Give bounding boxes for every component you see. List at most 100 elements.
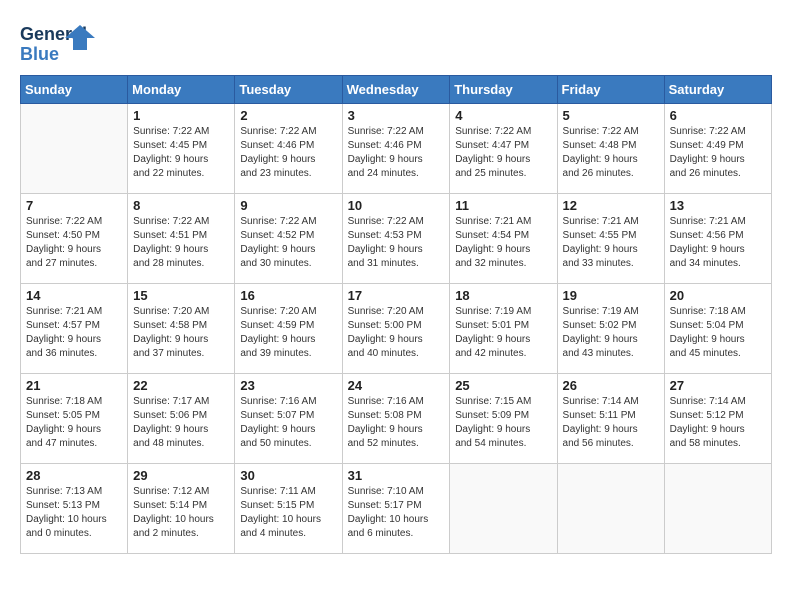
weekday-header-friday: Friday [557, 76, 664, 104]
day-number: 9 [240, 198, 336, 213]
day-info: Sunrise: 7:16 AM Sunset: 5:08 PM Dayligh… [348, 395, 445, 451]
calendar-day-12: 12 Sunrise: 7:21 AM Sunset: 4:55 PM Dayli… [557, 194, 664, 284]
calendar-day-19: 19 Sunrise: 7:19 AM Sunset: 5:02 PM Dayli… [557, 284, 664, 374]
day-number: 27 [670, 378, 766, 393]
calendar-day-6: 6 Sunrise: 7:22 AM Sunset: 4:49 PM Daylig… [664, 104, 771, 194]
calendar-day-5: 5 Sunrise: 7:22 AM Sunset: 4:48 PM Daylig… [557, 104, 664, 194]
calendar-day-18: 18Sunrise: 7:19 AM Sunset: 5:01 PM Dayli… [450, 284, 557, 374]
calendar-day-15: 15 Sunrise: 7:20 AM Sunset: 4:58 PM Dayli… [128, 284, 235, 374]
calendar-day-empty [664, 464, 771, 554]
calendar-day-empty [557, 464, 664, 554]
day-info: Sunrise: 7:18 AM Sunset: 5:04 PM Dayligh… [670, 305, 766, 361]
day-number: 14 [26, 288, 122, 303]
day-number: 20 [670, 288, 766, 303]
calendar-day-11: 11 Sunrise: 7:21 AM Sunset: 4:54 PM Dayli… [450, 194, 557, 284]
day-number: 1 [133, 108, 229, 123]
day-number: 3 [348, 108, 445, 123]
day-info: Sunrise: 7:15 AM Sunset: 5:09 PM Dayligh… [455, 395, 551, 451]
day-number: 29 [133, 468, 229, 483]
weekday-header-row: SundayMondayTuesdayWednesdayThursdayFrid… [21, 76, 772, 104]
day-number: 30 [240, 468, 336, 483]
logo: GeneralBlue [20, 20, 102, 65]
day-number: 31 [348, 468, 445, 483]
day-info: Sunrise: 7:22 AM Sunset: 4:48 PM Dayligh… [563, 125, 659, 181]
day-number: 10 [348, 198, 445, 213]
day-info: Sunrise: 7:20 AM Sunset: 4:58 PM Dayligh… [133, 305, 229, 361]
day-number: 17 [348, 288, 445, 303]
calendar-day-25: 25Sunrise: 7:15 AM Sunset: 5:09 PM Dayli… [450, 374, 557, 464]
calendar-day-20: 20 Sunrise: 7:18 AM Sunset: 5:04 PM Dayli… [664, 284, 771, 374]
day-info: Sunrise: 7:14 AM Sunset: 5:11 PM Dayligh… [563, 395, 659, 451]
calendar-day-26: 26 Sunrise: 7:14 AM Sunset: 5:11 PM Dayli… [557, 374, 664, 464]
day-number: 8 [133, 198, 229, 213]
calendar-day-14: 14 Sunrise: 7:21 AM Sunset: 4:57 PM Dayli… [21, 284, 128, 374]
calendar-day-23: 23 Sunrise: 7:16 AM Sunset: 5:07 PM Dayli… [235, 374, 342, 464]
calendar-day-22: 22 Sunrise: 7:17 AM Sunset: 5:06 PM Dayli… [128, 374, 235, 464]
calendar-day-31: 31 Sunrise: 7:10 AM Sunset: 5:17 PM Dayli… [342, 464, 450, 554]
day-info: Sunrise: 7:21 AM Sunset: 4:56 PM Dayligh… [670, 215, 766, 271]
calendar-day-3: 3 Sunrise: 7:22 AM Sunset: 4:46 PM Daylig… [342, 104, 450, 194]
day-info: Sunrise: 7:22 AM Sunset: 4:49 PM Dayligh… [670, 125, 766, 181]
day-number: 4 [455, 108, 551, 123]
day-info: Sunrise: 7:22 AM Sunset: 4:51 PM Dayligh… [133, 215, 229, 271]
day-info: Sunrise: 7:20 AM Sunset: 5:00 PM Dayligh… [348, 305, 445, 361]
weekday-header-wednesday: Wednesday [342, 76, 450, 104]
calendar-day-1: 1 Sunrise: 7:22 AM Sunset: 4:45 PM Daylig… [128, 104, 235, 194]
day-number: 26 [563, 378, 659, 393]
calendar-week-5: 28Sunrise: 7:13 AM Sunset: 5:13 PM Dayli… [21, 464, 772, 554]
weekday-header-tuesday: Tuesday [235, 76, 342, 104]
day-number: 19 [563, 288, 659, 303]
day-info: Sunrise: 7:21 AM Sunset: 4:57 PM Dayligh… [26, 305, 122, 361]
day-info: Sunrise: 7:13 AM Sunset: 5:13 PM Dayligh… [26, 485, 122, 541]
day-info: Sunrise: 7:22 AM Sunset: 4:45 PM Dayligh… [133, 125, 229, 181]
svg-text:Blue: Blue [20, 44, 59, 64]
day-info: Sunrise: 7:10 AM Sunset: 5:17 PM Dayligh… [348, 485, 445, 541]
calendar-day-16: 16Sunrise: 7:20 AM Sunset: 4:59 PM Dayli… [235, 284, 342, 374]
weekday-header-thursday: Thursday [450, 76, 557, 104]
weekday-header-saturday: Saturday [664, 76, 771, 104]
day-number: 12 [563, 198, 659, 213]
calendar-day-28: 28Sunrise: 7:13 AM Sunset: 5:13 PM Dayli… [21, 464, 128, 554]
day-number: 21 [26, 378, 122, 393]
calendar-day-27: 27 Sunrise: 7:14 AM Sunset: 5:12 PM Dayli… [664, 374, 771, 464]
calendar-week-2: 7 Sunrise: 7:22 AM Sunset: 4:50 PM Daylig… [21, 194, 772, 284]
day-info: Sunrise: 7:22 AM Sunset: 4:52 PM Dayligh… [240, 215, 336, 271]
day-info: Sunrise: 7:21 AM Sunset: 4:54 PM Dayligh… [455, 215, 551, 271]
day-info: Sunrise: 7:12 AM Sunset: 5:14 PM Dayligh… [133, 485, 229, 541]
day-info: Sunrise: 7:22 AM Sunset: 4:46 PM Dayligh… [348, 125, 445, 181]
day-info: Sunrise: 7:11 AM Sunset: 5:15 PM Dayligh… [240, 485, 336, 541]
day-number: 22 [133, 378, 229, 393]
day-info: Sunrise: 7:22 AM Sunset: 4:50 PM Dayligh… [26, 215, 122, 271]
day-number: 24 [348, 378, 445, 393]
day-info: Sunrise: 7:21 AM Sunset: 4:55 PM Dayligh… [563, 215, 659, 271]
calendar-day-17: 17 Sunrise: 7:20 AM Sunset: 5:00 PM Dayli… [342, 284, 450, 374]
calendar-day-empty [21, 104, 128, 194]
day-info: Sunrise: 7:22 AM Sunset: 4:53 PM Dayligh… [348, 215, 445, 271]
day-info: Sunrise: 7:22 AM Sunset: 4:47 PM Dayligh… [455, 125, 551, 181]
day-info: Sunrise: 7:22 AM Sunset: 4:46 PM Dayligh… [240, 125, 336, 181]
calendar-day-29: 29 Sunrise: 7:12 AM Sunset: 5:14 PM Dayli… [128, 464, 235, 554]
day-number: 11 [455, 198, 551, 213]
day-info: Sunrise: 7:19 AM Sunset: 5:02 PM Dayligh… [563, 305, 659, 361]
day-info: Sunrise: 7:16 AM Sunset: 5:07 PM Dayligh… [240, 395, 336, 451]
day-number: 15 [133, 288, 229, 303]
calendar-week-1: 1 Sunrise: 7:22 AM Sunset: 4:45 PM Daylig… [21, 104, 772, 194]
calendar-day-13: 13Sunrise: 7:21 AM Sunset: 4:56 PM Dayli… [664, 194, 771, 284]
day-info: Sunrise: 7:19 AM Sunset: 5:01 PM Dayligh… [455, 305, 551, 361]
weekday-header-monday: Monday [128, 76, 235, 104]
calendar-day-8: 8 Sunrise: 7:22 AM Sunset: 4:51 PM Daylig… [128, 194, 235, 284]
day-number: 7 [26, 198, 122, 213]
day-number: 6 [670, 108, 766, 123]
day-number: 16 [240, 288, 336, 303]
day-info: Sunrise: 7:14 AM Sunset: 5:12 PM Dayligh… [670, 395, 766, 451]
weekday-header-sunday: Sunday [21, 76, 128, 104]
day-number: 23 [240, 378, 336, 393]
calendar-day-empty [450, 464, 557, 554]
calendar-day-2: 2Sunrise: 7:22 AM Sunset: 4:46 PM Daylig… [235, 104, 342, 194]
day-number: 5 [563, 108, 659, 123]
calendar-week-4: 21Sunrise: 7:18 AM Sunset: 5:05 PM Dayli… [21, 374, 772, 464]
calendar-day-9: 9 Sunrise: 7:22 AM Sunset: 4:52 PM Daylig… [235, 194, 342, 284]
calendar-day-10: 10 Sunrise: 7:22 AM Sunset: 4:53 PM Dayli… [342, 194, 450, 284]
day-info: Sunrise: 7:17 AM Sunset: 5:06 PM Dayligh… [133, 395, 229, 451]
calendar-day-24: 24 Sunrise: 7:16 AM Sunset: 5:08 PM Dayli… [342, 374, 450, 464]
